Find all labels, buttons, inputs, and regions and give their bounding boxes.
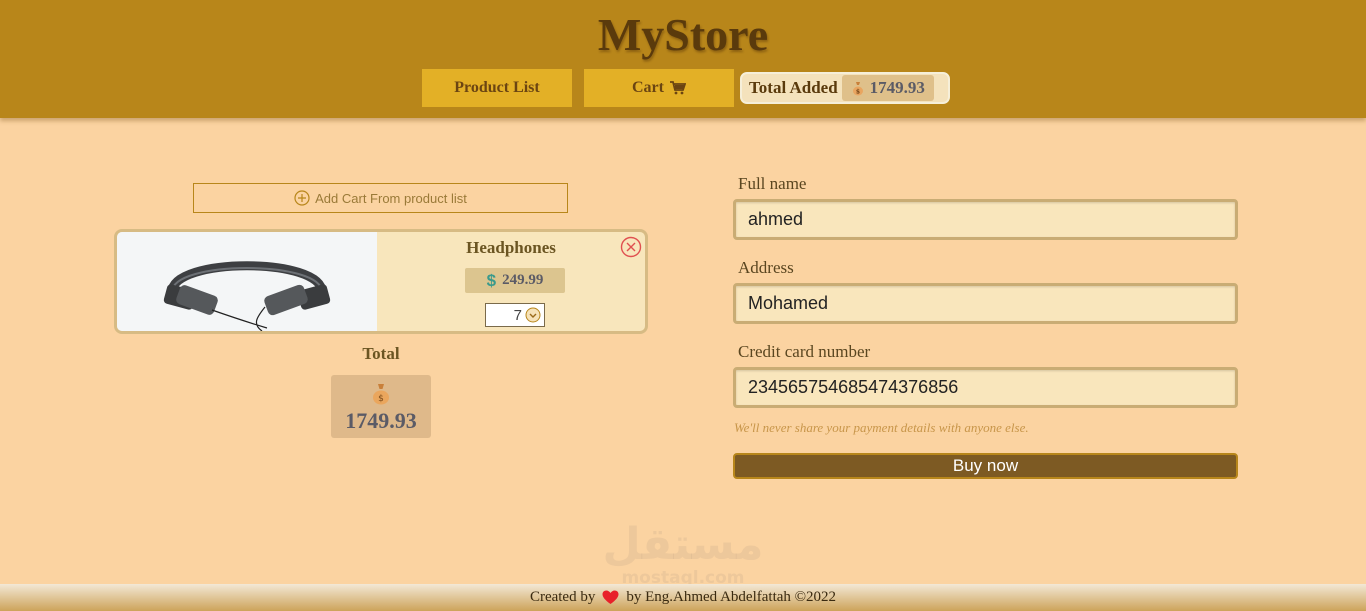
buy-now-label: Buy now [952, 456, 1019, 475]
address-label: Address [738, 258, 794, 277]
total-added-value-box: $ 1749.93 [841, 75, 934, 101]
dollar-icon: $ [486, 270, 497, 290]
close-circle-icon[interactable] [620, 236, 642, 258]
chevron-down-icon[interactable] [525, 307, 541, 323]
svg-text:$: $ [856, 88, 860, 95]
quantity-value: 7 [513, 306, 522, 324]
nav-product-list-label: Product List [454, 79, 540, 96]
total-added-badge: Total Added $ 1749.93 [740, 72, 950, 104]
footer-created-by: Created by [529, 589, 596, 605]
money-bag-icon: $ [373, 384, 389, 405]
plus-circle-icon [294, 190, 310, 206]
product-name: Headphones [466, 238, 556, 257]
watermark-logo: مستقل [602, 519, 764, 570]
nav-product-list-button[interactable]: Product List [422, 69, 572, 107]
buy-now-button[interactable]: Buy now [733, 453, 1238, 479]
nav-cart-label: Cart [632, 79, 664, 96]
cart-item: Headphones $ 249.99 7 [114, 229, 648, 334]
add-cart-label: Add Cart From product list [315, 190, 467, 206]
site-footer: Created by by Eng.Ahmed Abdelfattah ©202… [0, 584, 1366, 611]
product-price: $ 249.99 [465, 268, 565, 293]
cart-total-label: Total [362, 344, 400, 363]
full-name-label: Full name [738, 174, 807, 193]
cart-total-value: 1749.93 [345, 408, 417, 433]
headphones-image [163, 261, 331, 331]
brand-title[interactable]: MyStore [0, 8, 1366, 61]
cart-icon [669, 81, 686, 95]
product-image [117, 232, 377, 331]
footer-author: by Eng.Ahmed Abdelfattah ©2022 [626, 589, 837, 605]
cart-total-box: $ 1749.93 [331, 375, 431, 438]
total-added-label: Total Added [749, 78, 838, 97]
add-cart-from-product-list-button[interactable]: Add Cart From product list [193, 183, 568, 213]
product-price-value: 249.99 [502, 272, 544, 288]
total-added-value: 1749.93 [869, 78, 925, 97]
credit-card-input[interactable] [733, 367, 1238, 408]
heart-icon [602, 590, 619, 604]
nav-cart-button[interactable]: Cart [584, 69, 734, 107]
privacy-hint: We'll never share your payment details w… [734, 420, 1029, 435]
svg-text:$: $ [378, 394, 384, 404]
quantity-select[interactable]: 7 [485, 303, 545, 327]
address-input[interactable] [733, 283, 1238, 324]
money-bag-icon: $ [852, 81, 863, 95]
credit-card-label: Credit card number [738, 342, 871, 361]
site-header: MyStore Product List Cart Total Added $ … [0, 0, 1366, 118]
full-name-input[interactable] [733, 199, 1238, 240]
